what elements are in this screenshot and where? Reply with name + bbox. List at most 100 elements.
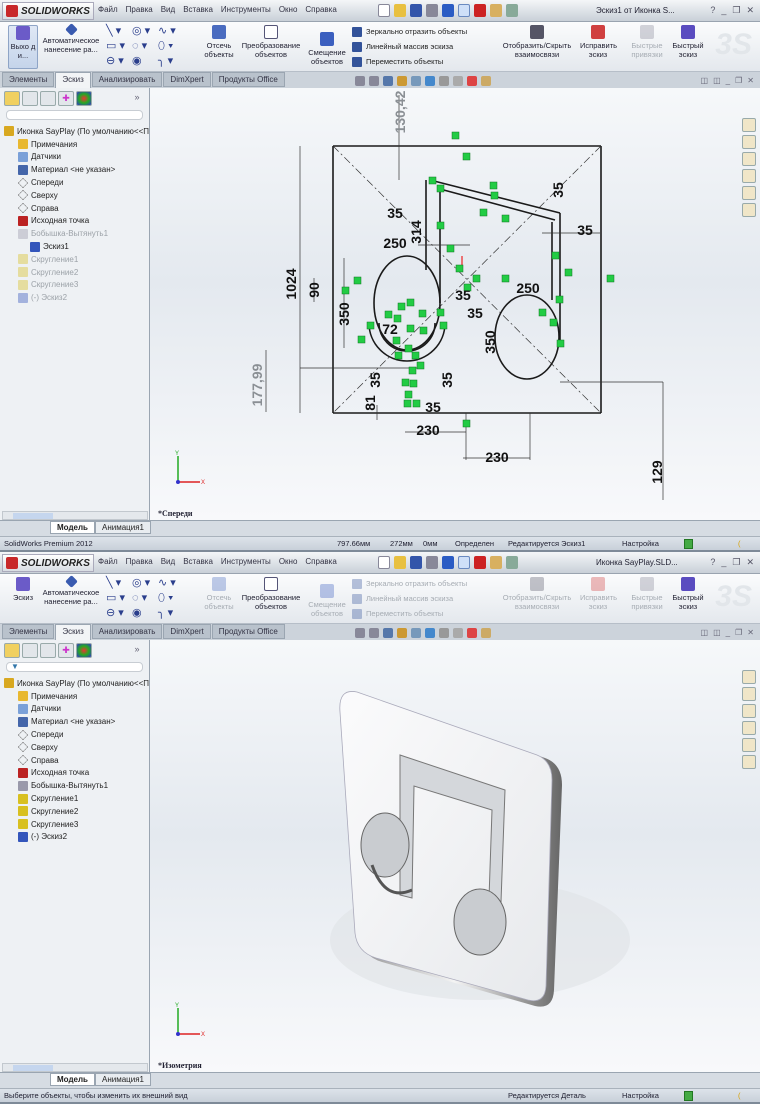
open-icon[interactable] — [394, 556, 406, 569]
new-document-icon[interactable] — [378, 556, 390, 569]
menu-item[interactable]: Вставка — [183, 557, 213, 566]
file-explorer-icon[interactable] — [742, 152, 756, 166]
view-orientation-icon[interactable] — [411, 76, 421, 86]
help-icon[interactable]: ? — [710, 5, 715, 16]
sketch-canvas[interactable]: 130,421024 903503531425035352503535350723… — [150, 88, 760, 520]
dimension-d230b[interactable]: 230 — [485, 449, 509, 465]
rebuild-icon[interactable] — [474, 4, 486, 17]
tree-item[interactable]: Скругление3 — [4, 818, 149, 831]
propertymanager-tab-icon[interactable] — [22, 643, 38, 658]
sketch-relation-icon[interactable] — [353, 276, 362, 285]
dimension-d350a[interactable]: 350 — [336, 302, 352, 326]
sketch-relation-icon[interactable] — [551, 251, 560, 260]
appearances-icon[interactable] — [742, 186, 756, 200]
move-entities-button[interactable]: Переместить объекты — [352, 54, 467, 69]
tree-item[interactable]: Скругление2 — [4, 266, 149, 279]
line-tool-icon[interactable]: ╲ ▾ — [106, 25, 132, 37]
dimension-d35g[interactable]: 35 — [439, 372, 455, 388]
menu-item[interactable]: Справка — [305, 557, 336, 566]
sketch-relation-icon[interactable] — [401, 378, 410, 387]
tab-0[interactable]: Элементы — [2, 72, 55, 87]
sketch-relation-icon[interactable] — [490, 191, 499, 200]
graphics-area[interactable]: 130,42 1024 90 350 35 314 250 35 35 250 35 35 350 72 3… — [150, 88, 760, 520]
sketch-relation-icon[interactable] — [366, 321, 375, 330]
convert-entities-button[interactable]: Преобразование объектов — [240, 577, 302, 611]
quick-snaps-button[interactable]: Быстрые привязки — [628, 577, 666, 611]
tree-item[interactable]: Иконка SayPlay (По умолчанию<<П — [4, 125, 149, 138]
dimension-d350b[interactable]: 350 — [482, 330, 498, 354]
minimize-icon[interactable]: _ — [721, 5, 726, 16]
tab-4[interactable]: Продукты Office — [211, 72, 285, 87]
tile-icon[interactable]: ◫ — [701, 628, 709, 637]
sketch-relation-icon[interactable] — [538, 308, 547, 317]
tree-item[interactable]: Справа — [4, 202, 149, 215]
doc-restore-icon[interactable]: ❐ — [735, 628, 742, 637]
custom-properties-icon[interactable] — [742, 755, 756, 769]
dimension-d35h[interactable]: 35 — [425, 399, 441, 415]
fillet-tool-icon[interactable]: ╮ ▾ — [158, 55, 184, 67]
rectangle-tool-icon[interactable]: ▭ ▾ — [106, 40, 132, 52]
featuremanager-tab-icon[interactable] — [4, 643, 20, 658]
sketch-relation-icon[interactable] — [406, 324, 415, 333]
dimension-d90[interactable]: 90 — [306, 282, 322, 298]
solidworks-logo[interactable]: SOLIDWORKS — [2, 2, 94, 20]
sketch-relation-icon[interactable] — [436, 184, 445, 193]
file-explorer-icon[interactable] — [742, 704, 756, 718]
sketch-relation-icon[interactable] — [462, 152, 471, 161]
units-settings[interactable]: Настройка — [622, 539, 659, 548]
sketch-relation-icon[interactable] — [392, 336, 401, 345]
sketch-relation-icon[interactable] — [556, 339, 565, 348]
dimension-d250a[interactable]: 250 — [383, 235, 407, 251]
sketch-relation-icon[interactable] — [501, 214, 510, 223]
propertymanager-tab-icon[interactable] — [22, 91, 38, 106]
tree-item[interactable]: Датчики — [4, 151, 149, 164]
dimxpert-tab-icon[interactable]: ✚ — [58, 91, 74, 106]
dimension-d130[interactable]: 130,42 — [392, 90, 408, 133]
view-settings-icon[interactable] — [481, 628, 491, 638]
sketch-relation-icon[interactable] — [412, 399, 421, 408]
appearances-icon[interactable] — [742, 738, 756, 752]
sketch-relation-icon[interactable] — [489, 181, 498, 190]
menu-item[interactable]: Окно — [279, 557, 298, 566]
arc-tool-icon[interactable]: ◌ ▾ — [132, 592, 158, 604]
apply-scene-icon[interactable] — [467, 628, 477, 638]
dimxpert-tab-icon[interactable]: ✚ — [58, 643, 74, 658]
rapid-sketch-button[interactable]: Быстрый эскиз — [670, 25, 706, 59]
doc-minimize-icon[interactable]: _ — [726, 76, 730, 85]
menu-item[interactable]: Файл — [98, 557, 118, 566]
sketch-relation-icon[interactable] — [409, 379, 418, 388]
rebuild-icon[interactable] — [474, 556, 486, 569]
menu-item[interactable]: Вид — [161, 5, 175, 14]
linear-pattern-button[interactable]: Линейный массив эскиза — [352, 39, 467, 54]
tree-item[interactable]: Исходная точка — [4, 767, 149, 780]
tree-item[interactable]: Бобышка-Вытянуть1 — [4, 227, 149, 240]
dimension-d35d[interactable]: 35 — [455, 287, 471, 303]
panel-scrollbar[interactable] — [2, 511, 148, 520]
design-library-icon[interactable] — [742, 687, 756, 701]
hide-show-icon[interactable] — [439, 76, 449, 86]
tree-item[interactable]: Исходная точка — [4, 215, 149, 228]
menu-item[interactable]: Файл — [98, 5, 118, 14]
tree-item[interactable]: Скругление3 — [4, 279, 149, 292]
display-manager-tab-icon[interactable] — [76, 643, 92, 658]
featuremanager-tab-icon[interactable] — [4, 91, 20, 106]
dimension-d81[interactable]: 81 — [362, 395, 378, 411]
arc-tool-icon[interactable]: ◌ ▾ — [132, 40, 158, 52]
sketch-relation-icon[interactable] — [411, 351, 420, 360]
tree-item[interactable]: Спереди — [4, 728, 149, 741]
tab-1[interactable]: Эскиз — [55, 624, 91, 640]
doc-close-icon[interactable]: ✕ — [747, 628, 754, 637]
tree-item[interactable]: Эскиз1 — [4, 240, 149, 253]
open-icon[interactable] — [394, 4, 406, 17]
dimension-d230a[interactable]: 230 — [416, 422, 440, 438]
trim-entities-button[interactable]: Отсечь объекты — [200, 25, 238, 59]
zoom-area-icon[interactable] — [369, 628, 379, 638]
3d-model-view[interactable] — [150, 640, 760, 1072]
offset-entities-button[interactable]: Смещение объектов — [305, 32, 349, 66]
minimize-icon[interactable]: _ — [721, 557, 726, 568]
spline-tool-icon[interactable]: ∿ ▾ — [158, 577, 184, 589]
tab-4[interactable]: Продукты Office — [211, 624, 285, 639]
convert-entities-button[interactable]: Преобразование объектов — [240, 25, 302, 59]
tab-2[interactable]: Анализировать — [91, 624, 163, 639]
feature-filter-input[interactable]: ▼ — [6, 662, 143, 672]
